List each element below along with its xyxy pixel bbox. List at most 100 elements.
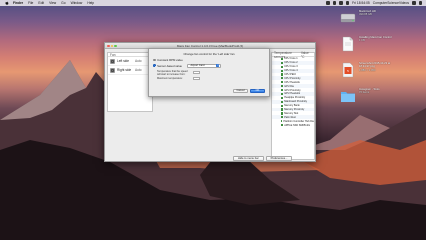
radio-selected-icon[interactable] [153,64,156,67]
menu-edit[interactable]: Edit [38,1,44,5]
sensor-name: CPU Core 1 [284,57,298,61]
desktop-item-document[interactable]: Installing Macs Fan Control 1 KB [340,36,399,52]
fan-name: Right side [117,68,132,72]
minimize-button[interactable] [110,44,114,47]
checkbox-icon[interactable] [281,65,284,68]
fan-row-right[interactable]: Right side Auto [108,66,152,75]
checkbox-icon[interactable] [281,108,284,111]
radio-icon[interactable] [153,58,156,62]
fan-control-sheet: Change fan control for the 'Left side' f… [148,48,270,97]
battery-icon[interactable] [345,1,350,5]
constant-rpm-label: Constant RPM value [157,58,183,62]
user-name[interactable]: ComputerScienceVideos [373,1,409,5]
desktop-item-label: Installing Macs Fan Control 1 KB [359,36,399,43]
document-icon [342,36,354,52]
hard-drive-icon [340,13,356,23]
fan-list: Fan Left side Auto Right side Auto [107,52,153,112]
start-temp-row: Temperature that the speed will start to… [157,70,269,76]
fan-icon [110,58,115,64]
max-temp-label: Maximum temperature: [157,76,183,80]
desktop-item-label: Macintosh HD 499.88 GB [359,10,399,17]
checkbox-icon[interactable] [281,96,284,99]
sensor-name: Heatpipe Proximity [284,96,306,100]
volume-icon[interactable] [339,1,343,5]
notification-center-icon[interactable] [418,1,422,5]
cancel-button[interactable]: Cancel [233,88,248,93]
max-temp-row: Maximum temperature: [157,76,269,80]
desktop-item-meta: 76 items [359,91,370,95]
search-icon[interactable] [412,1,416,5]
checkbox-icon[interactable] [281,61,284,64]
fan-row-left[interactable]: Left side Auto [108,57,152,66]
wifi-icon[interactable] [332,1,337,5]
menu-go[interactable]: Go [61,1,65,5]
sensor-name: Memory Bank [284,104,300,108]
sensor-select[interactable]: Airport Card ⇕ [187,63,222,68]
constant-rpm-option[interactable]: Constant RPM value [153,58,269,62]
sensor-name: CPU Core 2 [284,61,298,65]
fan-mode[interactable]: Auto [135,59,142,63]
sensor-name: CPU Core 4 [284,69,298,73]
clock[interactable]: Fri 18:54:05 [352,1,370,5]
checkbox-icon[interactable] [281,69,284,72]
zoom-button[interactable] [114,44,117,47]
max-temp-input[interactable] [193,76,200,80]
start-temp-input[interactable] [193,70,200,75]
menu-view[interactable]: View [49,1,56,5]
start-temp-label: Temperature that the speed will start to… [157,69,188,76]
checkbox-icon[interactable] [281,77,284,80]
sensor-name: APPLE SSD SM0512G [284,123,311,127]
ok-button[interactable]: OK [250,88,265,93]
desktop-item-screenshot[interactable]: 5 Screenshot 2015-10-23 at 18.34.37.png … [340,62,399,78]
apple-menu-icon[interactable] [5,1,9,5]
preferences-button[interactable]: Preferences... [265,156,293,161]
menu-help[interactable]: Help [87,1,94,5]
sensor-name: GPU Die [284,84,295,88]
checkbox-icon[interactable] [281,112,284,115]
sensor-name: Palm Rest [284,115,296,119]
desktop-item-meta: 1 KB [359,39,365,43]
sensor-value-header: Value °C [300,50,309,59]
folder-icon [341,92,355,102]
desktop-item-meta: 1,880 × 1,050 [359,68,376,72]
sensor-list: Temperature sensors Value °C CPU Core 1C… [271,50,315,160]
chevron-updown-icon: ⇕ [216,64,220,67]
fan-icon [110,67,115,73]
menu-file[interactable]: File [28,1,33,5]
sheet-buttons: Cancel OK [233,88,265,93]
sensor-based-label: Sensor-based value [157,63,182,68]
sensor-select-value: Airport Card [190,64,205,67]
close-button[interactable] [107,44,110,47]
checkbox-icon[interactable] [281,116,284,119]
window-controls [107,44,117,47]
checkbox-icon[interactable] [281,57,284,61]
sensor-name: Memory Slot [284,111,299,115]
hide-to-menu-bar-button[interactable]: Hide to menu bar [233,156,264,161]
desktop-item-hard-drive[interactable]: Macintosh HD 499.88 GB [340,10,399,26]
desktop-item-folder[interactable]: Instagram - Tools 76 items [340,88,399,104]
checkbox-icon[interactable] [281,92,284,96]
checkbox-icon[interactable] [281,120,283,123]
fan-mode[interactable]: Auto [135,68,142,72]
menu-window[interactable]: Window [71,1,83,5]
checkbox-icon[interactable] [281,73,284,76]
menu-bar: Finder File Edit View Go Window Help Fri… [0,0,426,6]
checkbox-icon[interactable] [281,88,284,92]
checkbox-icon[interactable] [281,85,284,88]
sensor-name: Mainboard Proximity [284,100,307,104]
desktop-item-label: Screenshot 2015-10-23 at 18.34.37.png 1,… [359,62,399,72]
checkbox-icon[interactable] [281,123,284,127]
sensor-row-ssd[interactable]: APPLE SSD SM0512G [272,123,314,127]
fan-status-icon[interactable] [326,1,330,5]
window-title: Macs Fan Control 1.4.6.3 Free (MacBookPr… [176,43,244,48]
bottom-toolbar: Hide to menu bar Preferences... [233,156,293,161]
desktop-item-title: Screenshot 2015-10-23 at 18.34.37.png [359,62,391,69]
checkbox-icon[interactable] [281,81,284,84]
desktop-item-meta: 499.88 GB [359,13,372,17]
desktop-item-label: Instagram - Tools 76 items [359,88,399,95]
menu-finder[interactable]: Finder [13,1,23,5]
checkbox-icon[interactable] [281,100,284,103]
checkbox-icon[interactable] [281,104,284,107]
status-area: Fri 18:54:05 ComputerScienceVideos [326,1,426,5]
sensor-based-option[interactable]: Sensor-based value Airport Card ⇕ [153,63,269,68]
